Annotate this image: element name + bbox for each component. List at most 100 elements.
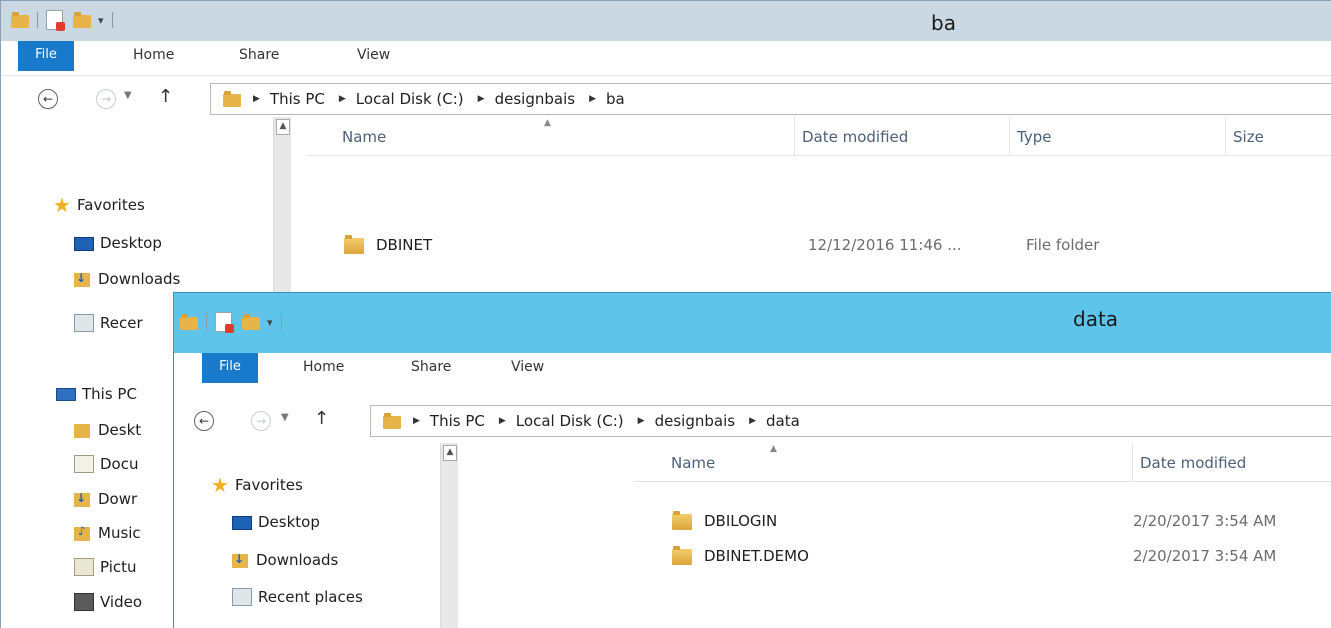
up-button[interactable]: ↑ (158, 86, 173, 107)
pictures-icon (74, 558, 94, 576)
nav-downloads[interactable]: Downloads (74, 270, 180, 288)
file-date: 2/20/2017 3:54 AM (1133, 512, 1277, 530)
column-divider[interactable] (1225, 117, 1226, 155)
breadcrumb-separator-icon: ▶ (338, 94, 346, 104)
recent-places-icon (74, 314, 94, 332)
address-bar[interactable]: ▶ This PC ▶ Local Disk (C:) ▶ designbais… (370, 405, 1331, 437)
column-size[interactable]: Size (1233, 128, 1264, 146)
separator (111, 12, 113, 28)
folder-icon (383, 413, 401, 429)
tab-view[interactable]: View (357, 47, 390, 63)
recent-locations-arrow-icon[interactable]: ▼ (281, 412, 289, 423)
address-row: ← → ▼ ↑ ▶ This PC ▶ Local Disk (C:) ▶ de… (1, 77, 1331, 117)
nav-videos[interactable]: Video (74, 593, 142, 611)
file-type: File folder (1026, 236, 1100, 254)
column-divider[interactable] (1009, 117, 1010, 155)
breadcrumb-designbais[interactable]: designbais (495, 90, 575, 108)
nav-desktop[interactable]: Desktop (74, 234, 162, 252)
folder-icon (344, 235, 364, 255)
tab-home[interactable]: Home (303, 359, 344, 375)
tab-view[interactable]: View (511, 359, 544, 375)
ribbon-tabs: File Home Share View (1, 41, 1331, 76)
nav-desktop[interactable]: Desktop (232, 513, 320, 531)
column-headers: ▲ Name Date modified Type (634, 443, 1331, 482)
nav-downloads-pc[interactable]: Dowr (74, 490, 137, 508)
customize-toolbar-arrow-icon[interactable]: ▾ (267, 316, 273, 329)
new-folder-icon[interactable] (73, 12, 91, 28)
title-bar[interactable]: ▾ data (174, 293, 1331, 353)
column-name[interactable]: Name (671, 454, 715, 472)
nav-pictures[interactable]: Pictu (74, 558, 137, 576)
file-name: DBINET (376, 236, 433, 254)
breadcrumb-designbais[interactable]: designbais (655, 412, 735, 430)
nav-recent-places[interactable]: Recer (74, 314, 143, 332)
back-button[interactable]: ← (194, 411, 214, 431)
tab-home[interactable]: Home (133, 47, 174, 63)
folder-icon (180, 314, 198, 330)
folder-icon (672, 511, 692, 531)
file-date: 2/20/2017 3:54 AM (1133, 547, 1277, 565)
column-name[interactable]: Name (342, 128, 386, 146)
properties-icon[interactable] (215, 312, 234, 333)
sort-indicator-icon: ▲ (770, 444, 777, 454)
table-row[interactable]: DBINET 12/12/2016 11:46 ... File folder (308, 230, 1331, 260)
column-type[interactable]: Type (1017, 128, 1051, 146)
sort-indicator-icon: ▲ (544, 118, 551, 128)
breadcrumb-local-disk[interactable]: Local Disk (C:) (516, 412, 624, 430)
address-row: ← → ▼ ↑ ▶ This PC ▶ Local Disk (C:) ▶ de… (174, 399, 1331, 439)
tab-share[interactable]: Share (239, 47, 279, 63)
breadcrumb-this-pc[interactable]: This PC (270, 90, 325, 108)
nav-scrollbar[interactable]: ▲ (440, 443, 458, 628)
downloads-icon (74, 491, 92, 507)
nav-downloads[interactable]: Downloads (232, 551, 338, 569)
up-button[interactable]: ↑ (314, 408, 329, 429)
window-title: ba (931, 11, 956, 35)
desktop-icon (74, 237, 94, 251)
forward-button[interactable]: → (251, 411, 271, 431)
quick-access-toolbar: ▾ (180, 312, 286, 333)
breadcrumb-separator-icon: ▶ (477, 94, 485, 104)
column-date-modified[interactable]: Date modified (802, 128, 908, 146)
table-row[interactable]: DBILOGIN 2/20/2017 3:54 AM File folder (634, 506, 1331, 536)
tab-file[interactable]: File (202, 353, 258, 383)
breadcrumb-this-pc[interactable]: This PC (430, 412, 485, 430)
folder-icon (223, 91, 241, 107)
nav-favorites[interactable]: ★ Favorites (53, 195, 145, 215)
scroll-up-icon[interactable]: ▲ (443, 445, 457, 461)
nav-this-pc[interactable]: This PC (56, 385, 137, 403)
music-icon (74, 524, 92, 541)
folder-icon (672, 546, 692, 566)
customize-toolbar-arrow-icon[interactable]: ▾ (98, 14, 104, 27)
new-folder-icon[interactable] (242, 314, 260, 330)
nav-documents[interactable]: Docu (74, 455, 138, 473)
recent-locations-arrow-icon[interactable]: ▼ (124, 90, 132, 101)
table-row[interactable]: DBINET.DEMO 2/20/2017 3:54 AM File folde… (634, 541, 1331, 571)
forward-button[interactable]: → (96, 89, 116, 109)
nav-favorites[interactable]: ★ Favorites (211, 475, 303, 495)
breadcrumb-ba[interactable]: ba (606, 90, 625, 108)
address-bar[interactable]: ▶ This PC ▶ Local Disk (C:) ▶ designbais… (210, 83, 1331, 115)
tab-share[interactable]: Share (411, 359, 451, 375)
column-divider[interactable] (1132, 443, 1133, 481)
desktop-folder-icon (74, 422, 92, 438)
separator (280, 314, 282, 330)
file-name: DBILOGIN (704, 512, 778, 530)
desktop-icon (232, 516, 252, 530)
breadcrumb-separator-icon: ▶ (413, 416, 420, 426)
nav-music[interactable]: Music (74, 524, 141, 542)
nav-desktop-pc[interactable]: Deskt (74, 421, 141, 439)
properties-icon[interactable] (46, 10, 65, 31)
column-headers: ▲ Name Date modified Type Size (308, 117, 1331, 156)
file-name: DBINET.DEMO (704, 547, 809, 565)
back-button[interactable]: ← (38, 89, 58, 109)
breadcrumb-local-disk[interactable]: Local Disk (C:) (356, 90, 464, 108)
downloads-icon (232, 552, 250, 568)
breadcrumb-data[interactable]: data (766, 412, 800, 430)
separator (37, 12, 38, 28)
nav-recent-places[interactable]: Recent places (232, 588, 363, 606)
title-bar[interactable]: ▾ ba (1, 1, 1331, 41)
column-date-modified[interactable]: Date modified (1140, 454, 1246, 472)
tab-file[interactable]: File (18, 41, 74, 71)
column-divider[interactable] (794, 117, 795, 155)
scroll-up-icon[interactable]: ▲ (276, 119, 290, 135)
